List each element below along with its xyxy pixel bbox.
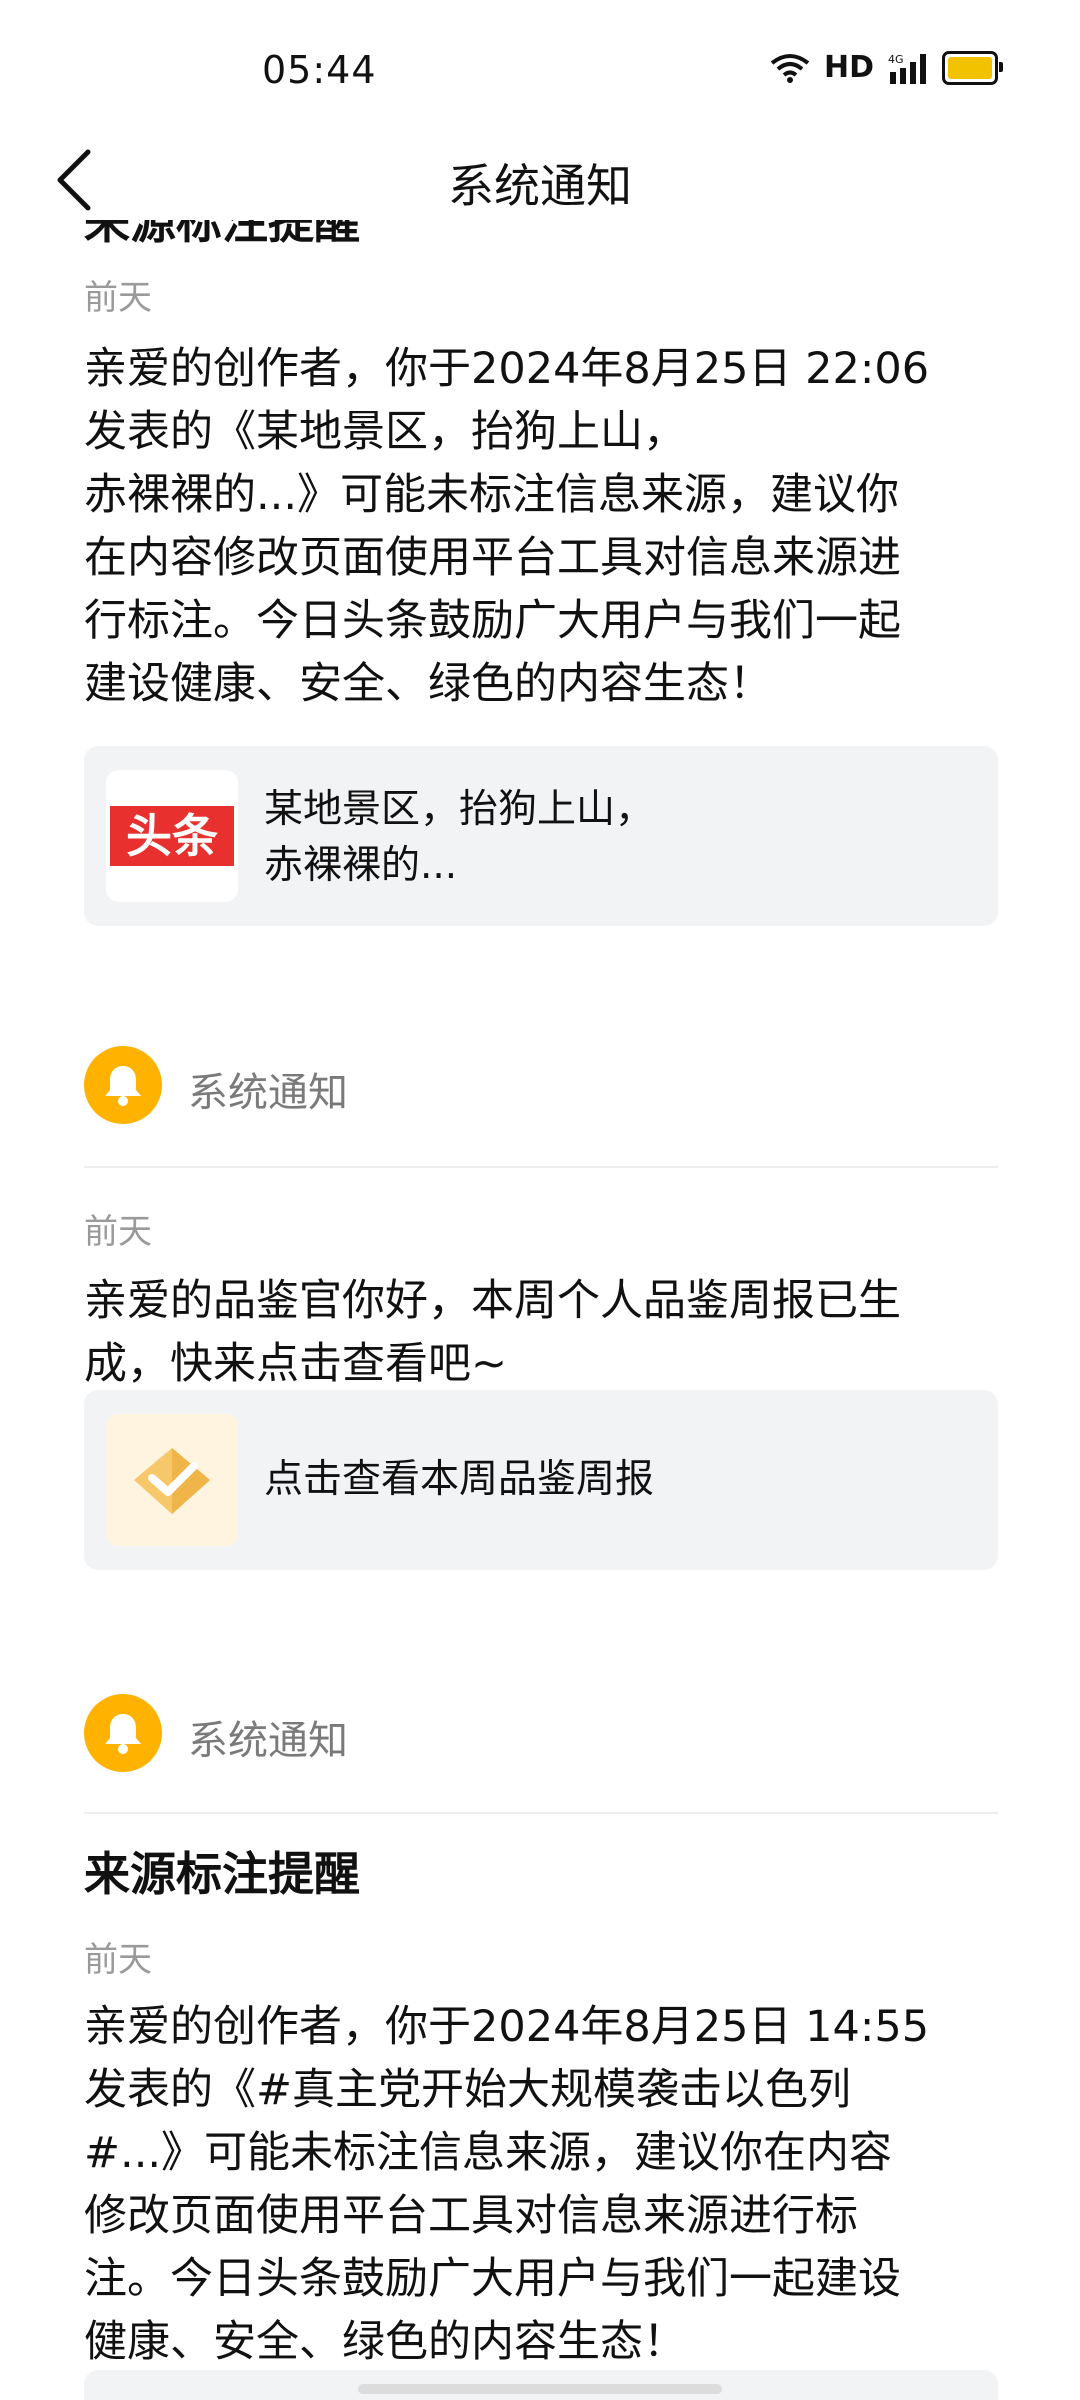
toutiao-logo: 头条	[106, 770, 238, 902]
body-line: 亲爱的创作者，你于2024年8月25日 14:55	[84, 2002, 930, 2052]
body-line: 建设健康、安全、绿色的内容生态！	[84, 659, 772, 709]
notice-title: 来源标注提醒	[84, 220, 360, 249]
diamond-check-icon	[106, 1414, 238, 1546]
signal-icon: 4G	[888, 53, 926, 84]
status-icons: HD 4G	[770, 50, 1003, 85]
body-line: 健康、安全、绿色的内容生态！	[84, 2317, 686, 2367]
notice-body: 亲爱的创作者，你于2024年8月25日 14:55 发表的《#真主党开始大规模袭…	[84, 1996, 998, 2374]
notice-date: 前天	[84, 1940, 152, 1980]
sender-name: 系统通知	[188, 1718, 348, 1764]
card-line: 某地景区，抬狗上山，	[264, 787, 655, 832]
card-title: 某地景区，抬狗上山， 赤裸裸的...	[264, 782, 654, 894]
notice-sender: 系统通知	[84, 1046, 998, 1126]
body-line: 赤裸裸的...》可能未标注信息来源，建议你	[84, 470, 900, 520]
body-line: 发表的《某地景区，抬狗上山，	[84, 407, 686, 457]
battery-icon	[942, 50, 1003, 85]
notice-title: 来源标注提醒	[84, 1847, 360, 1901]
notice-date: 前天	[84, 278, 152, 318]
article-card[interactable]: 头条 某地景区，抬狗上山， 赤裸裸的...	[84, 746, 998, 926]
body-line: 成，快来点击查看吧~	[84, 1339, 508, 1389]
divider	[84, 1812, 998, 1814]
status-time: 05:44	[262, 48, 377, 92]
body-line: 注。今日头条鼓励广大用户与我们一起建设	[84, 2254, 901, 2304]
body-line: 发表的《#真主党开始大规模袭击以色列	[84, 2065, 852, 2115]
notice-date: 前天	[84, 1212, 152, 1252]
body-line: 修改页面使用平台工具对信息来源进行标	[84, 2191, 858, 2241]
nav-bar: 系统通知	[0, 140, 1080, 220]
body-line: 行标注。今日头条鼓励广大用户与我们一起	[84, 596, 901, 646]
hd-label: HD	[823, 50, 874, 85]
bell-icon	[84, 1046, 162, 1124]
home-indicator[interactable]	[358, 2384, 722, 2394]
card-line: 赤裸裸的...	[264, 843, 458, 888]
wifi-icon	[770, 53, 810, 83]
body-line: 亲爱的品鉴官你好，本周个人品鉴周报已生	[84, 1276, 901, 1326]
bell-icon	[84, 1694, 162, 1772]
status-bar: 05:44 HD 4G	[0, 0, 1080, 140]
divider	[84, 1166, 998, 1168]
body-line: 亲爱的创作者，你于2024年8月25日 22:06	[84, 344, 930, 394]
signal-label: 4G	[888, 53, 904, 66]
notice-body: 亲爱的创作者，你于2024年8月25日 22:06 发表的《某地景区，抬狗上山，…	[84, 338, 998, 716]
notice-sender: 系统通知	[84, 1694, 998, 1774]
body-line: 在内容修改页面使用平台工具对信息来源进	[84, 533, 901, 583]
sender-name: 系统通知	[188, 1070, 348, 1116]
body-line: #...》可能未标注信息来源，建议你在内容	[84, 2128, 893, 2178]
notice-body: 亲爱的品鉴官你好，本周个人品鉴周报已生 成，快来点击查看吧~	[84, 1270, 998, 1396]
card-title: 点击查看本周品鉴周报	[264, 1457, 655, 1502]
notification-list[interactable]: 来源标注提醒 前天 亲爱的创作者，你于2024年8月25日 22:06 发表的《…	[0, 220, 1080, 2400]
weekly-report-card[interactable]: 点击查看本周品鉴周报	[84, 1390, 998, 1570]
toutiao-logo-text: 头条	[110, 806, 234, 866]
page-title: 系统通知	[448, 159, 632, 213]
